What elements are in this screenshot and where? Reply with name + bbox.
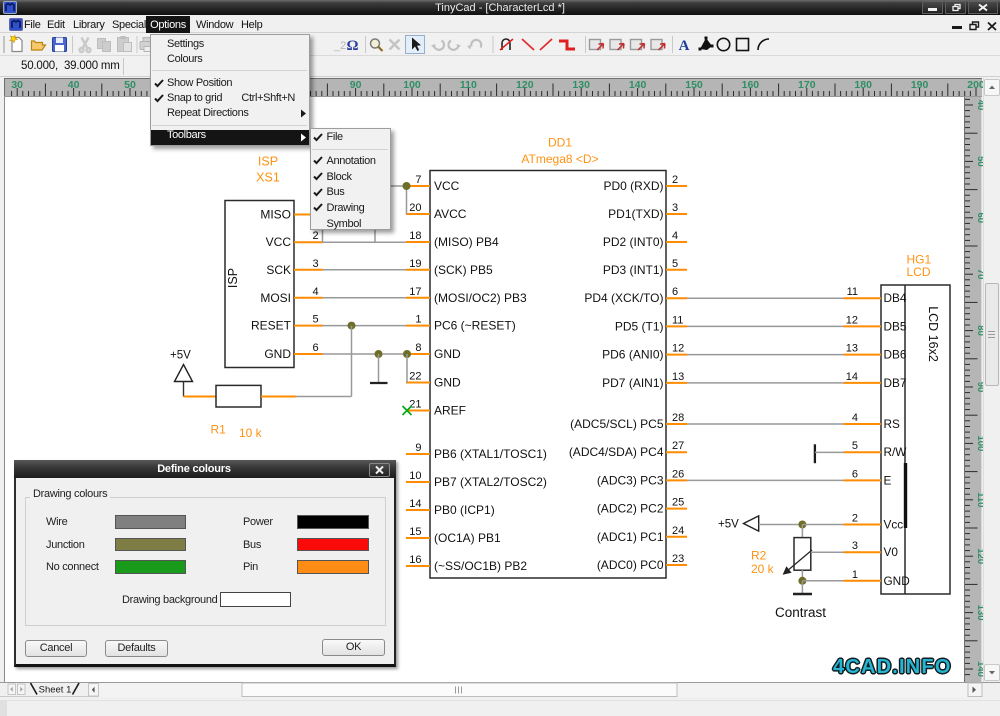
svg-text:30: 30 — [11, 79, 23, 91]
svg-text:120: 120 — [516, 79, 534, 91]
svg-text:40: 40 — [68, 79, 80, 91]
svg-text:50: 50 — [124, 79, 136, 91]
svg-text:90: 90 — [350, 79, 362, 91]
svg-text:190: 190 — [911, 79, 929, 91]
svg-text:Sheet 1: Sheet 1 — [39, 685, 72, 696]
svg-text:130: 130 — [572, 79, 590, 91]
svg-text:150: 150 — [685, 79, 703, 91]
svg-text:170: 170 — [798, 79, 816, 91]
svg-text:160: 160 — [742, 79, 760, 91]
svg-text:180: 180 — [854, 79, 872, 91]
svg-text:Ω: Ω — [346, 38, 358, 54]
svg-text:110: 110 — [460, 79, 477, 91]
svg-text:100: 100 — [403, 79, 421, 91]
svg-text:A: A — [679, 38, 690, 54]
svg-text:_2: _2 — [333, 40, 346, 52]
svg-text:140: 140 — [629, 79, 647, 91]
